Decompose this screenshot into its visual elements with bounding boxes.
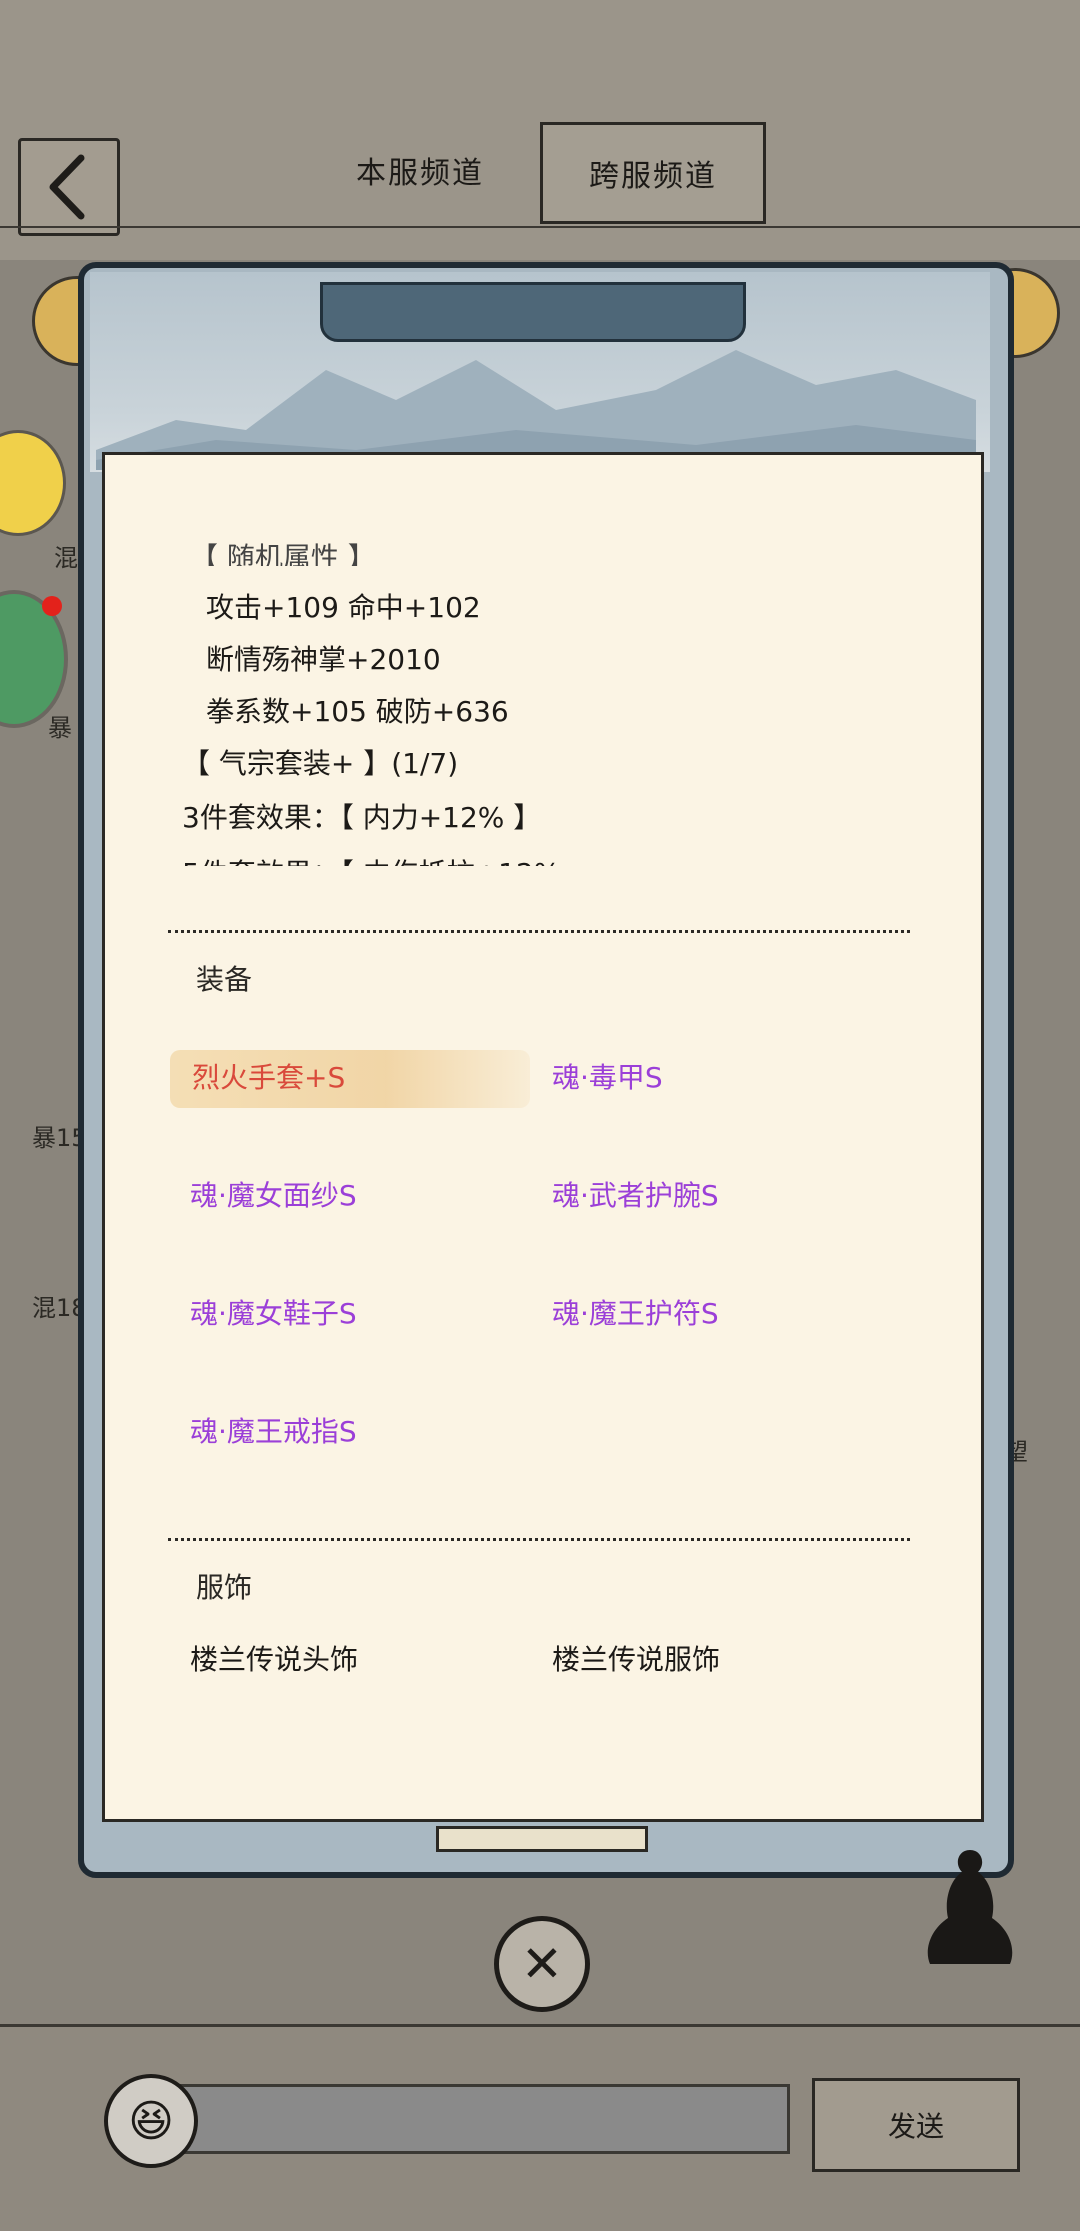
chat-input[interactable] (180, 2084, 790, 2154)
emoji-button[interactable]: 😆 (104, 2074, 198, 2168)
stats-header: 【 随机属性 】 (190, 541, 376, 566)
dress-item[interactable]: 楼兰传说服饰 (552, 1638, 720, 1678)
notification-dot (42, 596, 62, 616)
close-x-icon: ✕ (521, 1935, 563, 1993)
avatar-partial[interactable] (0, 430, 66, 536)
dress-section-title: 服饰 (196, 1571, 253, 1604)
set-name: 【 气宗套装+ 】(1/7) (182, 747, 459, 780)
stat-line: 拳系数+105 破防+636 (206, 695, 509, 728)
stat-line: 断情殇神掌+2010 (206, 643, 441, 676)
section-divider (168, 930, 910, 933)
equipment-item[interactable]: 魂·武者护腕S (552, 1174, 719, 1214)
set-bonus-5: 5件套效果：【 内伤抵抗+12% (182, 852, 560, 866)
tab-cross-server-channel[interactable]: 跨服频道 (540, 122, 766, 224)
equipment-item[interactable]: 魂·魔女鞋子S (190, 1292, 357, 1332)
section-divider (168, 1538, 910, 1541)
equipment-section-title: 装备 (196, 963, 253, 996)
equipment-item[interactable]: 魂·魔王戒指S (190, 1410, 357, 1450)
meditating-figure-icon (927, 1850, 1013, 1964)
stat-line: 攻击+109 命中+102 (206, 591, 481, 624)
back-button[interactable] (18, 138, 120, 236)
dress-item[interactable]: 楼兰传说头饰 (190, 1638, 358, 1678)
back-arrow-icon (49, 154, 85, 220)
laughing-face-icon: 😆 (128, 2095, 174, 2147)
chat-fragment: 混 (54, 544, 78, 572)
equipment-item[interactable]: 魂·魔王护符S (552, 1292, 719, 1332)
popup-ornament (320, 282, 746, 342)
chat-fragment: 暴 (48, 714, 72, 742)
scroll-bottom-rod (436, 1826, 648, 1852)
equipment-item[interactable]: 魂·毒甲S (552, 1056, 663, 1096)
close-button[interactable]: ✕ (494, 1916, 590, 2012)
equipment-item[interactable]: 魂·魔女面纱S (190, 1174, 357, 1214)
send-button[interactable]: 发送 (812, 2078, 1020, 2172)
header-divider (0, 226, 1080, 228)
equipment-item[interactable]: 烈火手套+S (192, 1056, 345, 1096)
mountains-illustration (96, 350, 976, 470)
tab-local-channel[interactable]: 本服频道 (320, 122, 520, 218)
set-bonus-3: 3件套效果：【 内力+12% 】 (182, 801, 542, 834)
